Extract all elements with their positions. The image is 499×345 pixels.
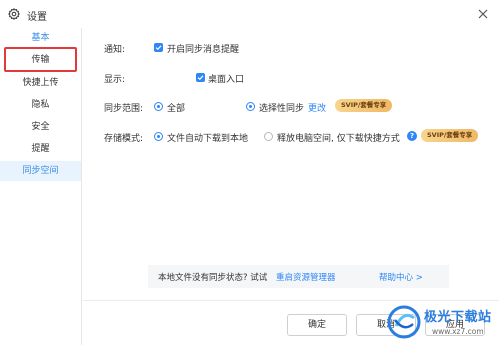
change-link[interactable]: 更改 bbox=[308, 101, 326, 114]
auto-download-label: 文件自动下载到本地 bbox=[167, 134, 249, 144]
free-space-radio[interactable] bbox=[264, 132, 273, 141]
ok-button[interactable]: 确定 bbox=[287, 314, 347, 336]
window-title: 设置 bbox=[27, 12, 47, 23]
watermark-name: 极光下载站 bbox=[424, 310, 492, 325]
notify-label: 通知: bbox=[104, 45, 126, 55]
notice-text: 本地文件没有同步状态? 试试 bbox=[158, 273, 268, 283]
settings-window: 设置 基本 传输 快捷上传 隐私 安全 提醒 同步空间 通知: 开启同步消息提醒… bbox=[0, 0, 499, 345]
desktop-entry-label: 桌面入口 bbox=[208, 75, 245, 85]
highlight-box bbox=[4, 47, 77, 72]
svip-badge-storage: SVIP/套餐专享 bbox=[421, 129, 479, 142]
sidebar-item-privacy[interactable]: 隐私 bbox=[0, 95, 81, 115]
watermark-url: www.xz7.com bbox=[432, 327, 484, 336]
selective-sync-radio[interactable] bbox=[246, 102, 255, 111]
gear-icon bbox=[8, 8, 20, 20]
sync-range-label: 同步范围: bbox=[104, 104, 144, 114]
free-space-label: 释放电脑空间, 仅下载快捷方式 bbox=[277, 134, 400, 144]
title-bar: 设置 bbox=[0, 0, 499, 28]
display-label: 显示: bbox=[104, 75, 126, 85]
sidebar-item-sync-space[interactable]: 同步空间 bbox=[0, 161, 81, 181]
restart-explorer-link[interactable]: 重启资源管理器 bbox=[276, 271, 336, 283]
auto-download-radio[interactable] bbox=[154, 132, 163, 141]
sidebar-item-reminder[interactable]: 提醒 bbox=[0, 139, 81, 159]
sidebar-item-security[interactable]: 安全 bbox=[0, 117, 81, 137]
sidebar-item-basic[interactable]: 基本 bbox=[0, 28, 81, 48]
sync-all-label: 全部 bbox=[167, 104, 186, 114]
notice-bar: 本地文件没有同步状态? 试试 重启资源管理器 帮助中心 > bbox=[148, 265, 449, 288]
svip-badge: SVIP/套餐专享 bbox=[335, 99, 393, 112]
close-icon[interactable] bbox=[476, 7, 490, 21]
help-icon[interactable]: ? bbox=[407, 131, 417, 141]
aurora-logo-icon bbox=[386, 304, 422, 340]
sync-all-radio[interactable] bbox=[154, 102, 163, 111]
sidebar-item-quick-upload[interactable]: 快捷上传 bbox=[0, 73, 81, 93]
sidebar: 基本 传输 快捷上传 隐私 安全 提醒 同步空间 bbox=[0, 28, 82, 345]
selective-sync-label: 选择性同步 bbox=[259, 104, 305, 114]
storage-mode-label: 存储模式: bbox=[104, 134, 144, 144]
desktop-entry-checkbox[interactable] bbox=[196, 73, 205, 82]
notify-option-label: 开启同步消息提醒 bbox=[167, 45, 240, 55]
watermark-logo: 极光下载站 www.xz7.com bbox=[386, 300, 499, 345]
help-center-link[interactable]: 帮助中心 > bbox=[379, 271, 423, 283]
notify-checkbox[interactable] bbox=[154, 43, 163, 52]
